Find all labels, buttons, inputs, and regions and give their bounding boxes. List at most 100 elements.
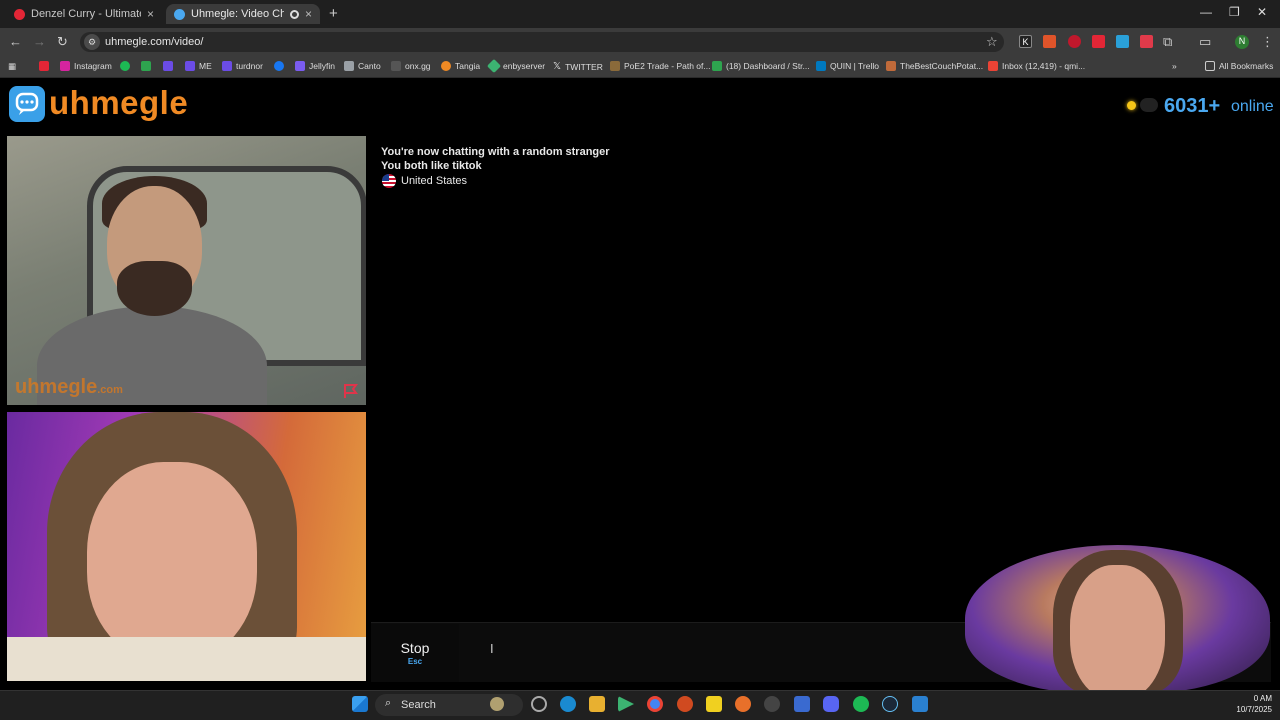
bookmark-item[interactable]	[141, 61, 151, 71]
tab-youtube[interactable]: Denzel Curry - Ultimate (BAD8 ×	[6, 4, 162, 24]
extension-icon[interactable]	[1092, 35, 1105, 48]
bookmark-label: Canto	[358, 61, 381, 71]
own-video	[7, 412, 366, 681]
app-icon[interactable]	[677, 696, 693, 712]
bookmark-spotify[interactable]	[120, 61, 130, 71]
bookmark-dashboard[interactable]: (18) Dashboard / Str...	[712, 61, 810, 71]
bookmark-label: enbyserver	[503, 61, 546, 71]
windows-start-icon[interactable]	[352, 696, 368, 712]
close-window-button[interactable]: ✕	[1257, 5, 1267, 19]
bookmark-label: turdnor	[236, 61, 263, 71]
site-logo[interactable]: uhmegle	[49, 84, 188, 122]
bookmark-label: Jellyfin	[309, 61, 335, 71]
bookmark-label: ME	[199, 61, 212, 71]
reload-icon[interactable]: ↻	[57, 34, 68, 50]
more-bookmarks-icon[interactable]: »	[1172, 61, 1177, 71]
profile-avatar[interactable]: N	[1235, 35, 1249, 49]
dashboard-icon	[712, 61, 722, 71]
youtube-icon	[39, 61, 49, 71]
minimize-button[interactable]: —	[1200, 5, 1212, 19]
bookmark-label: onx.gg	[405, 61, 431, 71]
webcam-overlay	[965, 545, 1270, 693]
x-logo-icon: 𝕏	[553, 61, 562, 72]
bookmark-label: QUIN | Trello	[830, 61, 879, 71]
message-input[interactable]	[463, 624, 963, 682]
stop-button-label[interactable]: Stop	[371, 640, 459, 656]
new-tab-button[interactable]: +	[329, 5, 338, 22]
bookmark-canto[interactable]: Canto	[344, 61, 381, 71]
app-icon[interactable]	[794, 696, 810, 712]
close-tab-icon[interactable]: ×	[147, 7, 154, 21]
restore-button[interactable]: ❐	[1229, 5, 1240, 19]
extension-icon[interactable]	[1140, 35, 1153, 48]
uhmegle-logo-icon[interactable]	[9, 86, 45, 122]
bookmark-trello[interactable]: QUIN | Trello	[816, 61, 879, 71]
tangia-icon	[441, 61, 451, 71]
us-flag-icon	[382, 174, 396, 188]
task-view-icon[interactable]	[531, 696, 547, 712]
bookmark-turdnor[interactable]: turdnor	[222, 61, 263, 71]
close-tab-icon[interactable]: ×	[305, 7, 312, 21]
menu-icon[interactable]: ⋮	[1261, 34, 1274, 50]
bookmark-instagram[interactable]: Instagram	[60, 61, 112, 71]
twitch-icon	[222, 61, 232, 71]
all-bookmarks[interactable]: All Bookmarks	[1205, 61, 1273, 71]
apps-icon[interactable]: ▦	[8, 61, 16, 72]
jellyfin-icon	[295, 61, 305, 71]
extension-icon[interactable]	[1043, 35, 1056, 48]
bookmark-gmail[interactable]: Inbox (12,419) - qmi...	[988, 61, 1085, 71]
bookmark-onxgg[interactable]: onx.gg	[391, 61, 431, 71]
forward-icon[interactable]: →	[33, 34, 46, 49]
extension-icon[interactable]	[1116, 35, 1129, 48]
chrome-icon[interactable]	[647, 696, 663, 712]
file-explorer-icon[interactable]	[589, 696, 605, 712]
bookmark-label: TWITTER	[565, 61, 603, 72]
theme-toggle[interactable]	[1140, 98, 1158, 112]
address-bar[interactable]	[80, 32, 1004, 52]
url-text[interactable]: uhmegle.com/video/	[105, 36, 203, 48]
site-header	[0, 79, 1280, 131]
app-icon[interactable]	[764, 696, 780, 712]
own-shirt	[7, 637, 366, 681]
bookmark-label: PoE2 Trade - Path of...	[624, 61, 711, 71]
bookmark-youtube[interactable]	[39, 61, 49, 71]
bookmark-tangia[interactable]: Tangia	[441, 61, 480, 71]
bookmark-facebook[interactable]	[274, 61, 284, 71]
uhmegle-tab-icon	[174, 8, 185, 20]
side-panel-icon[interactable]: ▭	[1199, 34, 1211, 50]
system-clock[interactable]: 0 AM 10/7/2025	[1236, 693, 1272, 715]
bookmark-twitter[interactable]: 𝕏 TWITTER	[553, 61, 603, 72]
extension-k-icon[interactable]: K	[1019, 35, 1032, 48]
steam-icon[interactable]	[882, 696, 898, 712]
report-flag-icon[interactable]	[342, 382, 360, 405]
webcam-face	[1070, 565, 1165, 693]
bookmark-enbyserver[interactable]: enbyserver	[486, 58, 546, 74]
bookmark-couchpotato[interactable]: TheBestCouchPotat...	[886, 61, 983, 71]
clock-time: 0 AM	[1253, 694, 1272, 703]
firefox-icon[interactable]	[735, 696, 751, 712]
windows-taskbar	[0, 690, 1280, 720]
extension-icon[interactable]	[1068, 35, 1081, 48]
bookmark-poe2-trade[interactable]: PoE2 Trade - Path of...	[610, 61, 710, 71]
extensions-puzzle-icon[interactable]: ⧉	[1163, 34, 1172, 50]
spotify-icon[interactable]	[853, 696, 869, 712]
edge-icon[interactable]	[560, 696, 576, 712]
facebook-icon	[274, 61, 284, 71]
sticky-notes-icon[interactable]	[706, 696, 722, 712]
bookmark-twitch[interactable]	[163, 61, 173, 71]
discord-icon[interactable]	[823, 696, 839, 712]
theme-sun-icon[interactable]	[1127, 101, 1136, 110]
bookmark-jellyfin[interactable]: Jellyfin	[295, 61, 335, 71]
online-count: 6031+	[1164, 95, 1221, 117]
recording-icon	[289, 9, 299, 19]
back-icon[interactable]: ←	[9, 34, 22, 49]
tab-uhmegle[interactable]: Uhmegle: Video Chat | Om ×	[166, 4, 320, 24]
bookmark-star-icon[interactable]: ☆	[986, 34, 998, 50]
enbyserver-icon	[486, 58, 502, 74]
tab-title: Denzel Curry - Ultimate (BAD8	[31, 8, 141, 20]
notepad-icon[interactable]	[912, 696, 928, 712]
site-info-icon[interactable]: ⚙	[84, 34, 100, 50]
stranger-beard	[117, 261, 192, 316]
stranger-country: United States	[382, 174, 467, 188]
bookmark-me[interactable]: ME	[185, 61, 212, 71]
